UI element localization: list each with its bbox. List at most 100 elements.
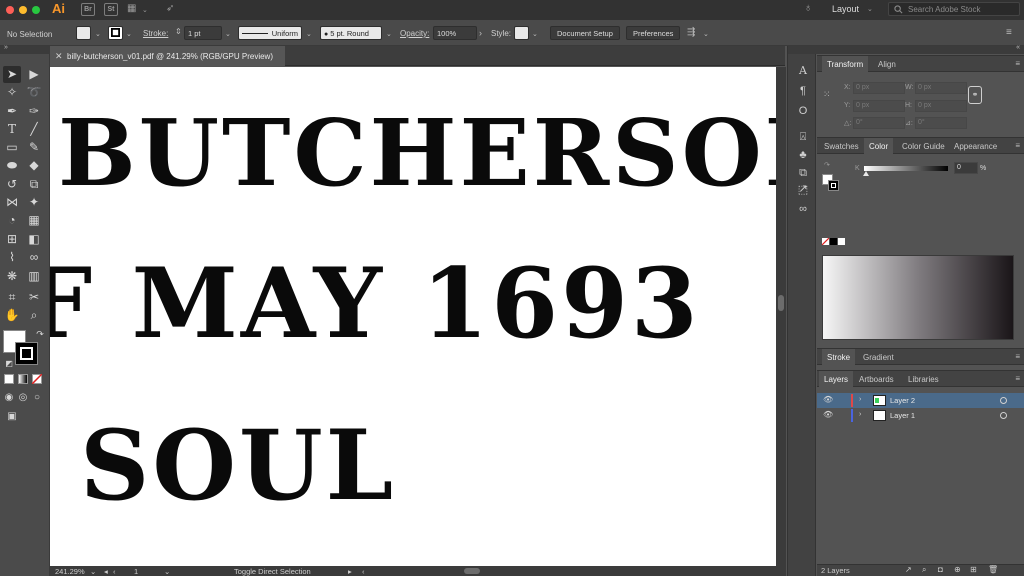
gradient-mode-button[interactable] <box>18 374 28 384</box>
w-field[interactable]: 0 px <box>915 82 967 94</box>
minimize-window-button[interactable] <box>19 6 27 14</box>
none-mode-button[interactable] <box>32 374 42 384</box>
swap-fill-stroke-icon[interactable]: ↷ <box>31 326 49 343</box>
tab-artboards[interactable]: Artboards <box>854 371 899 387</box>
h-field[interactable]: 0 px <box>915 100 967 112</box>
rotate-tool-icon[interactable]: ↺ <box>3 176 21 193</box>
tab-color-guide[interactable]: Color Guide <box>897 138 950 154</box>
width-tool-icon[interactable]: ⋈ <box>3 194 21 211</box>
glyphs-panel-icon[interactable]: ⍓ <box>796 130 810 144</box>
color-stroke-swatch[interactable] <box>828 180 839 191</box>
zoom-chevron-icon[interactable]: ⌄ <box>90 567 96 576</box>
collapse-tools-icon[interactable]: » <box>4 44 8 51</box>
brush-definition[interactable]: ● 5 pt. Round <box>320 26 382 40</box>
locate-object-icon[interactable]: ⌕ <box>922 565 926 575</box>
scale-tool-icon[interactable]: ⧉ <box>25 176 43 193</box>
scroll-thumb[interactable] <box>778 295 784 311</box>
horizontal-scroll-thumb[interactable] <box>464 568 480 574</box>
opacity-field[interactable]: 100% <box>433 26 477 40</box>
gpu-rocket-icon[interactable]: ➶ <box>166 3 174 14</box>
perspective-grid-tool-icon[interactable]: ▦ <box>25 212 43 229</box>
tab-stroke[interactable]: Stroke <box>822 349 856 365</box>
export-panel-icon[interactable]: ↗ <box>796 182 810 196</box>
magic-wand-tool-icon[interactable]: ✧ <box>3 84 21 101</box>
workspace-layout-switcher[interactable]: Layout <box>832 4 859 14</box>
document-tab[interactable]: ✕ billy-butcherson_v01.pdf @ 241.29% (RG… <box>50 46 285 66</box>
brushes-panel-icon[interactable]: ⧉ <box>796 166 810 180</box>
arrange-chevron-icon[interactable]: ⌄ <box>142 6 148 14</box>
screen-mode-icon[interactable]: ▣ <box>3 408 21 425</box>
lasso-tool-icon[interactable]: ➰ <box>25 84 43 101</box>
artboard-tool-icon[interactable]: ⌗ <box>3 289 21 306</box>
black-swatch[interactable] <box>830 238 837 245</box>
tab-appearance[interactable]: Appearance <box>949 138 1002 154</box>
pen-tool-icon[interactable]: ✒ <box>3 103 21 120</box>
tab-transform[interactable]: Transform <box>822 56 869 72</box>
stroke-stepper-icon[interactable]: ⇕ <box>175 27 182 36</box>
prev-artboard-icon[interactable]: ‹ <box>113 567 116 576</box>
layer-name[interactable]: Layer 1 <box>890 411 915 420</box>
tab-libraries[interactable]: Libraries <box>903 371 944 387</box>
stroke-color-box[interactable] <box>15 342 38 365</box>
expand-layer-chevron-icon[interactable]: › <box>859 411 861 418</box>
preferences-button[interactable]: Preferences <box>626 26 681 40</box>
eyedropper-tool-icon[interactable]: ⌇ <box>3 249 21 266</box>
artboard[interactable]: BUTCHERSON F MAY 1693 SOUL <box>50 67 776 566</box>
lightbulb-icon[interactable]: ♁ <box>804 2 812 14</box>
opacity-arrow-icon[interactable]: › <box>479 28 482 38</box>
mesh-tool-icon[interactable]: ⊞ <box>3 231 21 248</box>
fill-chevron-icon[interactable]: ⌄ <box>95 30 101 38</box>
draw-inside-icon[interactable]: ○ <box>28 389 46 406</box>
x-field[interactable]: 0 px <box>853 82 905 94</box>
hand-tool-icon[interactable]: ✋ <box>3 307 21 324</box>
shear-field[interactable]: 0° <box>915 117 967 129</box>
stock-search-input[interactable]: Search Adobe Stock <box>888 2 1020 16</box>
arrange-objects-icon[interactable]: ⇶ <box>687 27 695 38</box>
artboard-chevron-icon[interactable]: ⌄ <box>164 567 170 576</box>
visibility-eye-icon[interactable]: 👁 <box>823 395 833 404</box>
collapse-panels-icon[interactable]: « <box>1016 44 1020 51</box>
reference-point-icon[interactable]: ⁙ <box>823 88 835 100</box>
artboard-number-field[interactable]: 1 <box>134 567 138 576</box>
angle-field[interactable]: 0° <box>853 117 905 129</box>
arrange-documents-icon[interactable]: ▦ <box>127 3 136 14</box>
close-window-button[interactable] <box>6 6 14 14</box>
opacity-label[interactable]: Opacity: <box>400 29 429 38</box>
k-slider-thumb[interactable] <box>863 171 869 176</box>
control-bar-menu-icon[interactable]: ≡ <box>1006 27 1012 38</box>
direct-selection-tool-icon[interactable]: ▶ <box>25 66 43 83</box>
bridge-button[interactable]: Br <box>81 3 95 16</box>
slice-tool-icon[interactable]: ✂ <box>25 289 43 306</box>
constrain-proportions-icon[interactable]: ⚭ <box>968 86 982 104</box>
links-panel-icon[interactable]: ∞ <box>796 202 810 216</box>
line-segment-tool-icon[interactable]: ╱ <box>25 121 43 138</box>
y-field[interactable]: 0 px <box>853 100 905 112</box>
stroke-weight-field[interactable]: 1 pt <box>184 26 222 40</box>
close-document-icon[interactable]: ✕ <box>55 51 63 62</box>
tab-color[interactable]: Color <box>864 138 894 154</box>
make-clipping-mask-icon[interactable]: ◘ <box>938 565 943 574</box>
white-swatch[interactable] <box>838 238 845 245</box>
layer-row-layer-1[interactable]: 👁 › Layer 1 <box>817 408 1024 423</box>
variable-width-profile[interactable]: Uniform <box>238 26 302 40</box>
control-menu-chevron-icon[interactable]: ⌄ <box>703 30 709 38</box>
stroke-chevron-icon[interactable]: ⌄ <box>126 30 132 38</box>
tab-gradient[interactable]: Gradient <box>858 349 899 365</box>
puppet-warp-tool-icon[interactable]: ✦ <box>25 194 43 211</box>
stroke-panel-menu-icon[interactable]: ≡ <box>1015 352 1020 361</box>
layout-chevron-icon[interactable]: ⌄ <box>867 5 873 13</box>
layer-name[interactable]: Layer 2 <box>890 396 915 405</box>
column-graph-tool-icon[interactable]: ▥ <box>25 268 43 285</box>
fill-swatch[interactable] <box>76 26 91 40</box>
status-menu-arrow-icon[interactable]: ▸ <box>348 567 352 576</box>
graphic-style-swatch[interactable] <box>514 26 529 40</box>
stroke-swatch[interactable] <box>108 26 123 40</box>
layers-panel-menu-icon[interactable]: ≡ <box>1015 374 1020 383</box>
stroke-label[interactable]: Stroke: <box>143 29 168 38</box>
layer-target-icon[interactable] <box>1000 412 1007 419</box>
k-value-field[interactable]: 0 <box>954 162 978 174</box>
opentype-panel-icon[interactable]: O <box>796 104 810 118</box>
selection-tool-icon[interactable]: ➤ <box>3 66 21 83</box>
curvature-tool-icon[interactable]: ✑ <box>25 103 43 120</box>
blend-tool-icon[interactable]: ∞ <box>25 249 43 266</box>
